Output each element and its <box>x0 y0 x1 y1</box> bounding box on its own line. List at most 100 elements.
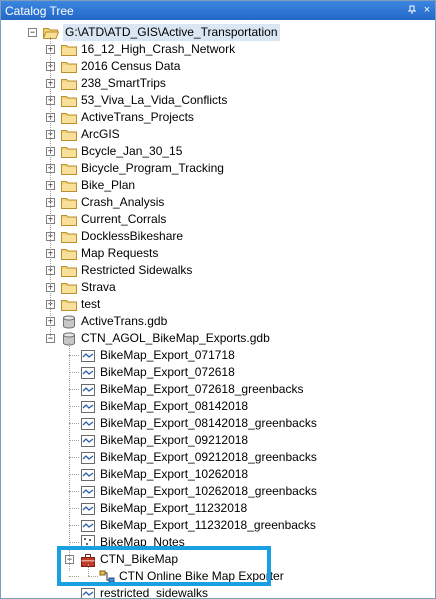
tree-feature-class-label: BikeMap_Export_08142018 <box>100 399 249 413</box>
line-feature-class-icon <box>80 416 96 432</box>
line-feature-class-icon <box>80 348 96 364</box>
tree-folder-label: 238_SmartTrips <box>81 76 166 90</box>
tree-folder[interactable]: + Bcycle_Jan_30_15 <box>46 143 183 160</box>
point-feature-class-icon <box>80 533 96 552</box>
tree-tool[interactable]: CTN Online Bike Map Exporter <box>99 568 284 585</box>
tree-folder-label: Bicycle_Program_Tracking <box>81 161 224 175</box>
line-feature-class-icon <box>80 450 96 466</box>
tree-folder[interactable]: + ArcGIS <box>46 126 120 143</box>
tree-guide-line <box>69 389 79 390</box>
window-title: Catalog Tree <box>5 3 74 18</box>
tree-folder-label: Restricted Sidewalks <box>81 263 193 277</box>
tree-toolbox[interactable]: − CTN_BikeMap <box>65 551 179 568</box>
line-feature-class-icon <box>80 467 96 483</box>
tree-gdb[interactable]: + ActiveTrans.gdb <box>46 313 168 330</box>
tree-feature-class[interactable]: BikeMap_Export_10262018_greenbacks <box>80 483 317 500</box>
tree-gdb-label: ActiveTrans.gdb <box>81 314 168 328</box>
tree-feature-class-label: BikeMap_Export_11232018 <box>100 501 248 515</box>
collapse-icon[interactable]: − <box>28 28 37 37</box>
tree-guide-line <box>69 576 79 577</box>
tree-folder-label: Strava <box>81 280 116 294</box>
tree-guide-line <box>69 355 79 356</box>
tree-guide-line <box>69 440 79 441</box>
geodatabase-icon <box>61 314 77 330</box>
tree-folder[interactable]: + Bike_Plan <box>46 177 136 194</box>
tree-feature-class[interactable]: BikeMap_Notes <box>80 534 185 551</box>
tree-feature-class-label: BikeMap_Notes <box>100 535 185 549</box>
folder-icon <box>61 162 77 175</box>
tree-feature-class[interactable]: BikeMap_Export_11232018_greenbacks <box>80 517 316 534</box>
tree-folder-label: 2016 Census Data <box>81 59 181 73</box>
line-feature-class-icon <box>80 382 96 398</box>
tree-feature-class[interactable]: BikeMap_Export_08142018_greenbacks <box>80 415 317 432</box>
tree-folder[interactable]: +2016 Census Data <box>46 58 181 75</box>
tree-gdb-expanded-label: CTN_AGOL_BikeMap_Exports.gdb <box>81 331 270 345</box>
tree-folder[interactable]: + Crash_Analysis <box>46 194 165 211</box>
folder-icon <box>61 298 77 311</box>
tree-tool-label: CTN Online Bike Map Exporter <box>119 569 284 583</box>
tree-feature-class[interactable]: BikeMap_Export_10262018 <box>80 466 248 483</box>
tree-folder-label: 16_12_High_Crash_Network <box>81 42 236 56</box>
folder-icon <box>61 196 77 209</box>
tree-feature-class[interactable]: restricted_sidewalks <box>80 585 208 598</box>
tree-folder-label: Bike_Plan <box>81 178 136 192</box>
catalog-tree-window: Catalog Tree × − G:\ATD\ATD_GIS\Active_Tr… <box>0 0 436 599</box>
tree-folder[interactable]: + Bicycle_Program_Tracking <box>46 160 224 177</box>
catalog-tree[interactable]: − G:\ATD\ATD_GIS\Active_Transportation +16… <box>1 20 435 598</box>
tree-folder-label: Crash_Analysis <box>81 195 165 209</box>
tree-guide-line <box>69 491 79 492</box>
tree-folder-label: DocklessBikeshare <box>81 229 184 243</box>
folder-icon <box>61 111 77 124</box>
tree-feature-class-label: BikeMap_Export_10262018 <box>100 467 249 481</box>
auto-hide-pin-button[interactable] <box>404 1 420 19</box>
tree-feature-class[interactable]: BikeMap_Export_09212018 <box>80 432 248 449</box>
tree-guide-line <box>69 423 79 424</box>
folder-icon <box>61 230 77 243</box>
tree-root-label: G:\ATD\ATD_GIS\Active_Transportation <box>63 24 280 41</box>
pin-icon <box>408 5 416 14</box>
tree-folder-label: ArcGIS <box>81 127 120 141</box>
tree-folder[interactable]: + Strava <box>46 279 116 296</box>
tree-folder[interactable]: +53_Viva_La_Vida_Conflicts <box>46 92 228 109</box>
tree-folder[interactable]: + test <box>46 296 101 313</box>
title-bar[interactable]: Catalog Tree × <box>1 1 435 20</box>
tree-folder[interactable]: + ActiveTrans_Projects <box>46 109 194 126</box>
tree-feature-class[interactable]: BikeMap_Export_071718 <box>80 347 235 364</box>
tree-feature-class-label: BikeMap_Export_071718 <box>100 348 235 362</box>
tree-folder[interactable]: + Restricted Sidewalks <box>46 262 193 279</box>
tree-folder-label: 53_Viva_La_Vida_Conflicts <box>81 93 228 107</box>
tree-folder-label: Bcycle_Jan_30_15 <box>81 144 183 158</box>
tree-folder-label: test <box>81 297 101 311</box>
tree-guide-line <box>69 457 79 458</box>
tree-gdb-expanded[interactable]: − CTN_AGOL_BikeMap_Exports.gdb <box>46 330 270 347</box>
tree-feature-class[interactable]: BikeMap_Export_072618 <box>80 364 235 381</box>
tree-toolbox-label: CTN_BikeMap <box>100 552 179 566</box>
folder-icon <box>61 179 77 192</box>
tree-feature-class-label: BikeMap_Export_09212018_greenbacks <box>100 450 317 464</box>
folder-icon <box>61 43 77 56</box>
tree-guide-line <box>69 525 79 526</box>
tree-folder[interactable]: + Current_Corrals <box>46 211 166 228</box>
tree-guide-line <box>69 406 79 407</box>
tree-folder[interactable]: + Map Requests <box>46 245 158 262</box>
tree-feature-class-label: BikeMap_Export_10262018_greenbacks <box>100 484 317 498</box>
tree-feature-class[interactable]: BikeMap_Export_09212018_greenbacks <box>80 449 317 466</box>
tree-folder[interactable]: +16_12_High_Crash_Network <box>46 41 236 58</box>
tree-root[interactable]: − G:\ATD\ATD_GIS\Active_Transportation <box>28 24 280 41</box>
folder-icon <box>61 264 77 277</box>
model-tool-icon <box>99 569 115 585</box>
tree-feature-class[interactable]: BikeMap_Export_11232018 <box>80 500 247 517</box>
tree-feature-class[interactable]: BikeMap_Export_072618_greenbacks <box>80 381 303 398</box>
open-folder-icon <box>43 26 59 39</box>
line-feature-class-icon <box>80 484 96 500</box>
tree-guide-line <box>69 508 79 509</box>
folder-icon <box>61 247 77 260</box>
tree-feature-class[interactable]: BikeMap_Export_08142018 <box>80 398 248 415</box>
tree-guide-line <box>50 37 51 338</box>
line-feature-class-icon <box>80 501 96 517</box>
tree-folder[interactable]: + DocklessBikeshare <box>46 228 184 245</box>
tree-guide-line <box>88 564 89 576</box>
close-button[interactable]: × <box>419 1 435 19</box>
line-feature-class-icon <box>80 433 96 449</box>
tree-folder[interactable]: +238_SmartTrips <box>46 75 166 92</box>
